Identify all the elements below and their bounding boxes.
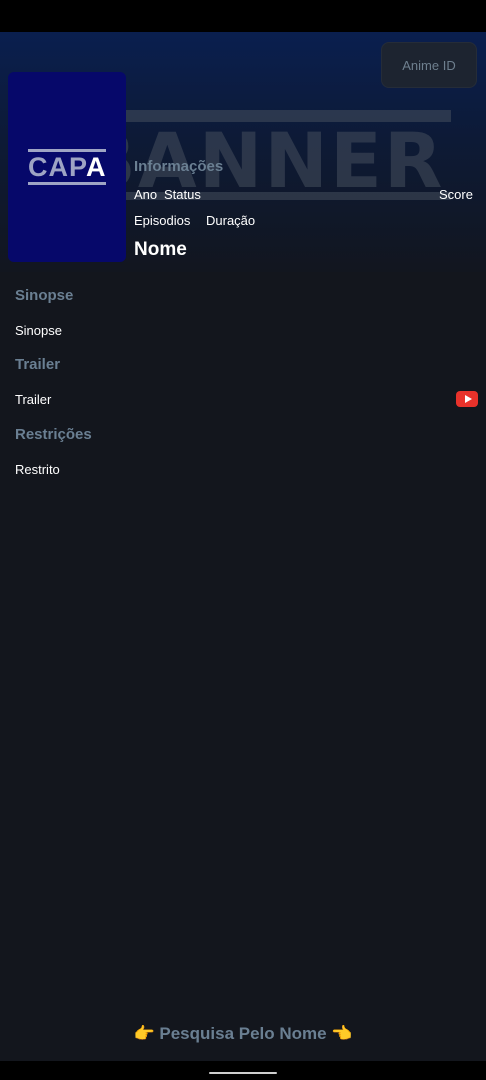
pointing-left-icon: 👈 bbox=[331, 1024, 353, 1043]
anime-name: Nome bbox=[134, 239, 187, 260]
status-bar bbox=[0, 0, 486, 32]
cover-image: CAPA bbox=[8, 72, 126, 262]
year-label: Ano bbox=[134, 187, 158, 202]
trailer-heading: Trailer bbox=[15, 356, 61, 373]
cover-logo-text: CAPA bbox=[28, 152, 106, 182]
score-label: Score bbox=[439, 187, 473, 202]
cover-logo: CAPA bbox=[28, 149, 106, 185]
pointing-right-icon: 👉 bbox=[133, 1024, 155, 1043]
synopsis-heading: Sinopse bbox=[15, 287, 74, 304]
status-label: Status bbox=[164, 187, 201, 202]
info-heading: Informações bbox=[134, 158, 224, 175]
youtube-icon[interactable] bbox=[456, 391, 478, 407]
restrictions-heading: Restrições bbox=[15, 426, 92, 443]
cover-text-accent: A bbox=[86, 152, 107, 182]
home-gesture-handle[interactable] bbox=[209, 1072, 277, 1074]
search-by-name-label: Pesquisa Pelo Nome bbox=[159, 1024, 327, 1043]
episodes-label: Episodios bbox=[134, 213, 191, 228]
cover-logo-line-bottom bbox=[28, 182, 106, 185]
cover-text-main: CAP bbox=[28, 152, 87, 182]
synopsis-text: Sinopse bbox=[15, 323, 62, 338]
duration-label: Duração bbox=[206, 213, 256, 228]
search-by-name-button[interactable]: 👉 Pesquisa Pelo Nome 👈 bbox=[0, 1024, 486, 1044]
anime-id-button[interactable]: Anime ID bbox=[381, 42, 477, 88]
play-icon bbox=[464, 395, 472, 403]
restriction-text: Restrito bbox=[15, 462, 60, 477]
navigation-bar bbox=[0, 1061, 486, 1080]
trailer-text: Trailer bbox=[15, 392, 52, 407]
